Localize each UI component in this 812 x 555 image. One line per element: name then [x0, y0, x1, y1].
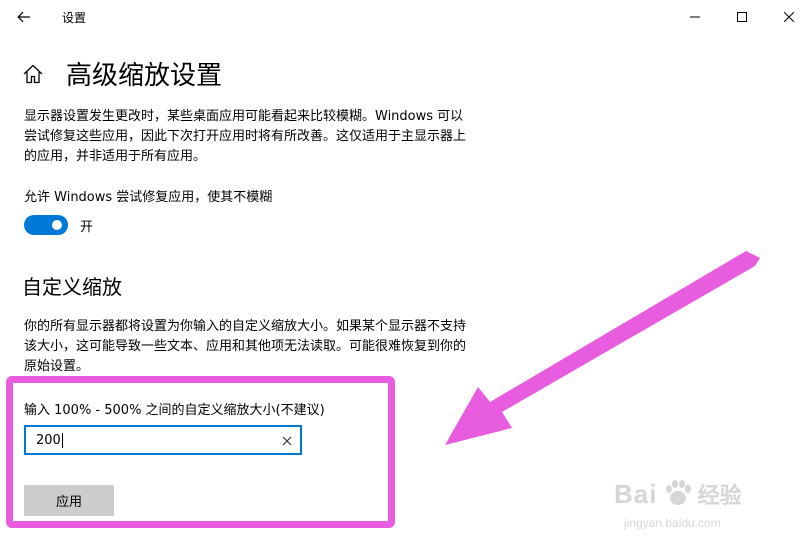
fix-apps-label: 允许 Windows 尝试修复应用，使其不模糊	[24, 190, 273, 205]
toggle-knob	[52, 220, 62, 230]
custom-scaling-title: 自定义缩放	[22, 275, 122, 299]
back-arrow-icon	[17, 11, 30, 23]
close-button[interactable]	[766, 0, 812, 34]
annotation-highlight-box	[6, 376, 395, 528]
fix-apps-toggle[interactable]	[24, 215, 68, 235]
back-button[interactable]	[6, 2, 42, 32]
page-title: 高级缩放设置	[66, 61, 223, 91]
close-icon	[784, 12, 794, 22]
window-title: 设置	[62, 11, 87, 25]
home-button[interactable]	[22, 63, 44, 85]
maximize-button[interactable]	[719, 0, 765, 34]
baidu-watermark: Bai 经验 jingyan.baidu.com	[614, 478, 742, 530]
minimize-button[interactable]	[672, 0, 718, 34]
minimize-icon	[690, 16, 700, 18]
watermark-brand: Bai	[614, 479, 658, 509]
paw-logo-icon	[665, 480, 691, 505]
watermark-suffix: 经验	[697, 484, 742, 509]
title-bar: 设置	[0, 0, 812, 34]
maximize-icon	[737, 12, 747, 22]
home-icon	[23, 64, 43, 84]
watermark-url: jingyan.baidu.com	[624, 516, 721, 530]
toggle-state-text: 开	[80, 220, 94, 235]
custom-scaling-description: 你的所有显示器都将设置为你输入的自定义缩放大小。如果某个显示器不支持该大小，这可…	[24, 319, 467, 374]
page-description: 显示器设置发生更改时，某些桌面应用可能看起来比较模糊。Windows 可以尝试修…	[24, 109, 467, 164]
